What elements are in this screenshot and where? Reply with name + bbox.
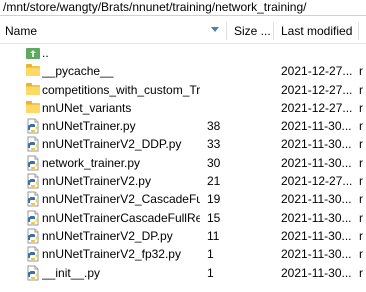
file-modified: 2021-12-27... (281, 82, 353, 97)
file-row[interactable]: nnUNetTrainerV2_CascadeFul... 19 2021-11-3… (0, 190, 366, 208)
file-modified: 2021-11-30... (281, 265, 352, 280)
file-size: 38 (207, 119, 221, 134)
file-modified: 2021-11-30... (281, 247, 352, 262)
file-row[interactable]: nnUNetTrainerV2_DDP.py 33 2021-11-30... r (0, 135, 366, 153)
python-file-icon (25, 173, 41, 189)
truncated-column-marker: r (359, 100, 363, 115)
column-divider[interactable] (226, 22, 227, 40)
file-name: __init__.py (42, 265, 101, 280)
column-header-name[interactable]: Name (5, 19, 37, 43)
file-modified: 2021-11-30... (281, 155, 352, 170)
truncated-column-marker: r (359, 119, 363, 134)
file-modified: 2021-11-30... (281, 228, 352, 243)
file-name: nnUNetTrainerV2_DDP.py (42, 137, 182, 152)
file-name: nnUNetTrainer.py (42, 119, 136, 134)
file-modified: 2021-11-30... (281, 137, 352, 152)
python-file-icon (25, 136, 41, 152)
truncated-column-marker: r (359, 247, 363, 262)
file-row[interactable]: nnUNet_variants 2021-12-27... r (0, 99, 366, 117)
folder-icon (25, 100, 41, 116)
file-size: 11 (207, 228, 220, 243)
python-file-icon (25, 118, 41, 134)
path-bar[interactable]: /mnt/store/wangty/Brats/nnunet/training/… (0, 0, 366, 16)
file-row[interactable]: nnUNetTrainerV2_DP.py 11 2021-11-30... r (0, 227, 366, 245)
file-name: nnUNetTrainerV2_CascadeFul... (42, 192, 200, 207)
file-name: network_trainer.py (42, 155, 141, 170)
column-header-size[interactable]: Size ... (234, 19, 271, 43)
file-size: 15 (207, 210, 221, 225)
sort-descending-icon (211, 27, 219, 32)
file-name: .. (42, 46, 49, 60)
folder-icon (25, 82, 41, 98)
file-row[interactable]: __pycache__ 2021-12-27... r (0, 62, 366, 80)
file-row[interactable]: nnUNetTrainer.py 38 2021-11-30... r (0, 117, 366, 135)
python-file-icon (25, 246, 41, 262)
file-row[interactable]: nnUNetTrainerV2_fp32.py 1 2021-11-30... r (0, 245, 366, 263)
file-size: 1 (207, 265, 214, 280)
file-name: nnUNetTrainerV2.py (42, 174, 151, 189)
file-list: .. __pycache__ 2021-12-27... r competitions_… (0, 44, 366, 282)
python-file-icon (25, 228, 41, 244)
truncated-column-marker: r (359, 174, 363, 189)
column-divider[interactable] (273, 22, 274, 40)
column-divider[interactable] (358, 22, 359, 40)
file-size: 19 (207, 192, 221, 207)
file-row[interactable]: network_trainer.py 30 2021-11-30... r (0, 154, 366, 172)
file-size: 33 (207, 137, 221, 152)
file-name: __pycache__ (42, 64, 114, 79)
file-row[interactable]: .. (0, 44, 366, 62)
truncated-column-marker: r (359, 265, 363, 280)
file-row[interactable]: nnUNetTrainerV2.py 21 2021-12-27... r (0, 172, 366, 190)
file-size: 30 (207, 155, 221, 170)
truncated-column-marker: r (359, 228, 363, 243)
file-modified: 2021-12-27... (281, 64, 353, 79)
python-file-icon (25, 265, 41, 281)
parent-folder-icon (25, 45, 41, 61)
python-file-icon (25, 191, 41, 207)
python-file-icon (25, 210, 41, 226)
file-list-header: Name Size ... Last modified (0, 19, 366, 44)
folder-icon (25, 63, 41, 79)
file-name: nnUNet_variants (42, 100, 132, 115)
python-file-icon (25, 155, 41, 171)
truncated-column-marker: r (359, 137, 363, 152)
truncated-column-marker: r (359, 192, 363, 207)
file-row[interactable]: __init__.py 1 2021-11-30... r (0, 264, 366, 282)
file-modified: 2021-11-30... (281, 119, 352, 134)
path-text: /mnt/store/wangty/Brats/nnunet/training/… (3, 0, 307, 14)
truncated-column-marker: r (359, 64, 363, 79)
file-name: nnUNetTrainerV2_DP.py (42, 228, 173, 243)
file-name: nnUNetTrainerV2_fp32.py (42, 247, 181, 262)
truncated-column-marker: r (359, 210, 363, 225)
file-modified: 2021-11-30... (281, 210, 352, 225)
file-name: nnUNetTrainerCascadeFullRe... (42, 210, 200, 225)
file-modified: 2021-11-30... (281, 192, 352, 207)
file-size: 21 (207, 174, 221, 189)
file-size: 1 (207, 247, 214, 262)
truncated-column-marker: r (359, 82, 363, 97)
file-modified: 2021-12-27... (281, 174, 353, 189)
file-modified: 2021-12-27... (281, 100, 353, 115)
column-header-last-modified[interactable]: Last modified (281, 19, 352, 43)
file-name: competitions_with_custom_Tr... (42, 82, 200, 97)
file-row[interactable]: nnUNetTrainerCascadeFullRe... 15 2021-11-3… (0, 209, 366, 227)
truncated-column-marker: r (359, 155, 363, 170)
file-row[interactable]: competitions_with_custom_Tr... 2021-12-27… (0, 81, 366, 99)
